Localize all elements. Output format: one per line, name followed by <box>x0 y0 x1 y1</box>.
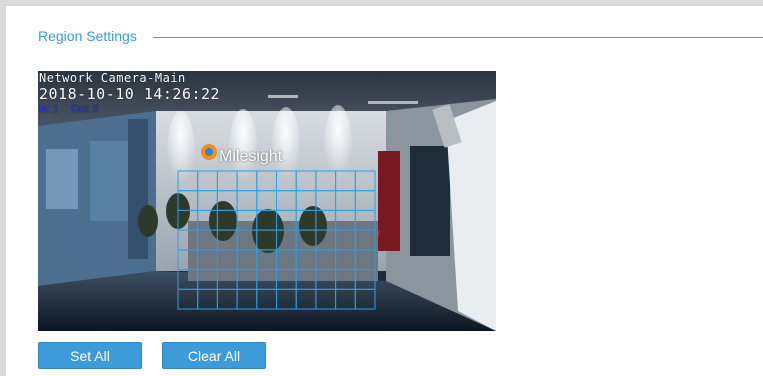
section-title: Region Settings <box>38 28 137 44</box>
region-settings-panel: Region Settings Network Camera-Main 2018… <box>0 0 763 376</box>
osd-camera-name: Network Camera-Main <box>39 71 186 85</box>
osd-counter: In: 1 Out: 0 <box>39 104 109 115</box>
osd-timestamp: 2018-10-10 14:26:22 <box>39 85 221 103</box>
section-divider <box>152 37 763 38</box>
set-all-button[interactable]: Set All <box>38 342 142 369</box>
osd-out-count: Out: 0 <box>71 104 99 115</box>
section-header: Region Settings <box>38 28 763 44</box>
clear-all-button[interactable]: Clear All <box>162 342 266 369</box>
camera-preview[interactable]: Network Camera-Main 2018-10-10 14:26:22 … <box>38 71 496 331</box>
osd-in-count: In: 1 <box>39 104 59 115</box>
brand-logo-text: Milesight <box>219 148 283 165</box>
